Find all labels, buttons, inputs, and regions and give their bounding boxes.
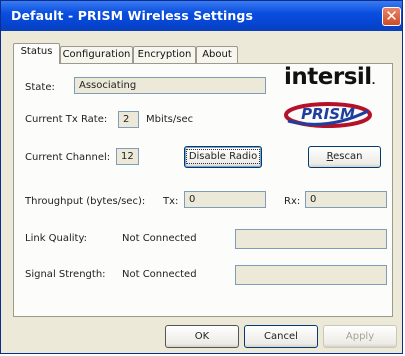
cancel-button[interactable]: Cancel (244, 325, 318, 348)
rescan-button[interactable]: Rescan (308, 146, 381, 168)
signal-strength-value: Not Connected (122, 269, 197, 280)
link-quality-value: Not Connected (122, 233, 197, 244)
tab-encryption-label: Encryption (137, 49, 192, 60)
intersil-logo-mark: . (371, 76, 376, 87)
intersil-logo-text: intersil (284, 64, 372, 90)
tab-status-label: Status (20, 46, 53, 57)
disable-radio-button[interactable]: Disable Radio (184, 146, 262, 168)
tx-rate-label: Current Tx Rate: (25, 114, 108, 125)
tx-label: Tx: (163, 196, 179, 207)
tx-rate-value: 2 (123, 114, 130, 125)
rescan-button-label: escan (333, 151, 363, 162)
tab-about[interactable]: About (196, 46, 238, 63)
window-title: Default - PRISM Wireless Settings (11, 8, 254, 23)
rx-label: Rx: (284, 196, 301, 207)
tx-rate-unit: Mbits/sec (146, 114, 194, 125)
tab-configuration[interactable]: Configuration (60, 46, 133, 63)
tab-status[interactable]: Status (13, 43, 60, 64)
tab-configuration-label: Configuration (62, 49, 131, 60)
title-bar[interactable]: Default - PRISM Wireless Settings ✕ (1, 1, 402, 31)
disable-radio-button-label: Disable Radio (185, 149, 261, 164)
apply-button-label: Apply (345, 331, 375, 342)
link-quality-meter (235, 229, 387, 249)
prism-logo: PRISM (284, 102, 372, 128)
channel-label: Current Channel: (25, 152, 111, 163)
link-quality-label: Link Quality: (25, 233, 88, 244)
signal-strength-label: Signal Strength: (25, 269, 106, 280)
tx-field: 0 (184, 191, 266, 208)
cancel-button-label: Cancel (264, 331, 298, 342)
tab-encryption[interactable]: Encryption (133, 46, 196, 63)
signal-strength-meter (235, 265, 387, 285)
tx-rate-field: 2 (118, 111, 139, 128)
throughput-label: Throughput (bytes/sec): (25, 196, 146, 207)
close-button[interactable]: ✕ (382, 7, 401, 26)
tab-about-label: About (202, 49, 232, 60)
channel-value: 12 (121, 151, 134, 162)
close-icon: ✕ (385, 7, 398, 25)
intersil-logo: intersil. (284, 64, 376, 90)
state-label: State: (25, 82, 55, 93)
channel-field: 12 (116, 148, 139, 165)
rx-value: 0 (310, 194, 317, 205)
state-field: Associating (74, 77, 266, 94)
ok-button[interactable]: OK (165, 325, 239, 348)
rx-field: 0 (305, 191, 387, 208)
prism-logo-text: PRISM (301, 105, 355, 123)
apply-button[interactable]: Apply (323, 325, 397, 348)
tx-value: 0 (189, 194, 196, 205)
state-value: Associating (79, 80, 137, 91)
ok-button-label: OK (194, 331, 210, 342)
dialog-window: Default - PRISM Wireless Settings ✕ Stat… (0, 0, 403, 354)
